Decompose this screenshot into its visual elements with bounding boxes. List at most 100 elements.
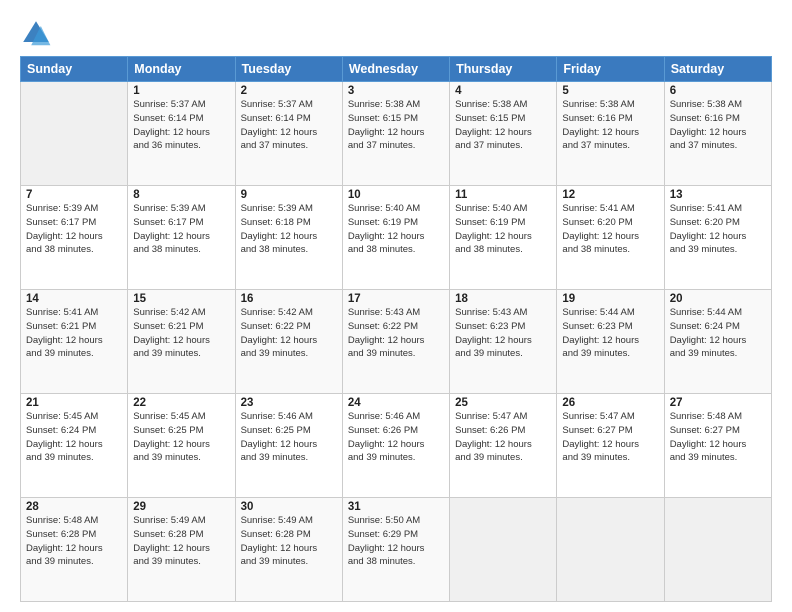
calendar-body: 1Sunrise: 5:37 AM Sunset: 6:14 PM Daylig… xyxy=(21,82,772,602)
day-cell: 2Sunrise: 5:37 AM Sunset: 6:14 PM Daylig… xyxy=(235,82,342,186)
week-row-3: 14Sunrise: 5:41 AM Sunset: 6:21 PM Dayli… xyxy=(21,290,772,394)
day-info: Sunrise: 5:40 AM Sunset: 6:19 PM Dayligh… xyxy=(455,202,551,257)
day-number: 17 xyxy=(348,293,444,305)
day-number: 27 xyxy=(670,397,766,409)
day-cell xyxy=(21,82,128,186)
day-cell: 5Sunrise: 5:38 AM Sunset: 6:16 PM Daylig… xyxy=(557,82,664,186)
day-cell: 4Sunrise: 5:38 AM Sunset: 6:15 PM Daylig… xyxy=(450,82,557,186)
day-cell: 12Sunrise: 5:41 AM Sunset: 6:20 PM Dayli… xyxy=(557,186,664,290)
page: SundayMondayTuesdayWednesdayThursdayFrid… xyxy=(0,0,792,612)
day-info: Sunrise: 5:49 AM Sunset: 6:28 PM Dayligh… xyxy=(133,514,229,569)
day-cell: 23Sunrise: 5:46 AM Sunset: 6:25 PM Dayli… xyxy=(235,394,342,498)
day-cell: 17Sunrise: 5:43 AM Sunset: 6:22 PM Dayli… xyxy=(342,290,449,394)
day-info: Sunrise: 5:43 AM Sunset: 6:22 PM Dayligh… xyxy=(348,306,444,361)
logo-icon xyxy=(20,18,52,50)
day-cell: 21Sunrise: 5:45 AM Sunset: 6:24 PM Dayli… xyxy=(21,394,128,498)
day-number: 29 xyxy=(133,501,229,513)
day-info: Sunrise: 5:45 AM Sunset: 6:25 PM Dayligh… xyxy=(133,410,229,465)
day-cell: 31Sunrise: 5:50 AM Sunset: 6:29 PM Dayli… xyxy=(342,498,449,602)
day-cell xyxy=(557,498,664,602)
day-info: Sunrise: 5:38 AM Sunset: 6:15 PM Dayligh… xyxy=(455,98,551,153)
day-cell: 3Sunrise: 5:38 AM Sunset: 6:15 PM Daylig… xyxy=(342,82,449,186)
weekday-header-row: SundayMondayTuesdayWednesdayThursdayFrid… xyxy=(21,57,772,82)
day-info: Sunrise: 5:43 AM Sunset: 6:23 PM Dayligh… xyxy=(455,306,551,361)
day-number: 19 xyxy=(562,293,658,305)
day-cell: 7Sunrise: 5:39 AM Sunset: 6:17 PM Daylig… xyxy=(21,186,128,290)
day-number: 30 xyxy=(241,501,337,513)
day-cell: 24Sunrise: 5:46 AM Sunset: 6:26 PM Dayli… xyxy=(342,394,449,498)
day-number: 6 xyxy=(670,85,766,97)
day-cell: 18Sunrise: 5:43 AM Sunset: 6:23 PM Dayli… xyxy=(450,290,557,394)
day-cell: 16Sunrise: 5:42 AM Sunset: 6:22 PM Dayli… xyxy=(235,290,342,394)
day-cell: 1Sunrise: 5:37 AM Sunset: 6:14 PM Daylig… xyxy=(128,82,235,186)
day-cell: 22Sunrise: 5:45 AM Sunset: 6:25 PM Dayli… xyxy=(128,394,235,498)
day-info: Sunrise: 5:44 AM Sunset: 6:23 PM Dayligh… xyxy=(562,306,658,361)
weekday-header-monday: Monday xyxy=(128,57,235,82)
day-info: Sunrise: 5:38 AM Sunset: 6:15 PM Dayligh… xyxy=(348,98,444,153)
day-info: Sunrise: 5:42 AM Sunset: 6:21 PM Dayligh… xyxy=(133,306,229,361)
day-info: Sunrise: 5:39 AM Sunset: 6:17 PM Dayligh… xyxy=(26,202,122,257)
weekday-header-friday: Friday xyxy=(557,57,664,82)
day-info: Sunrise: 5:45 AM Sunset: 6:24 PM Dayligh… xyxy=(26,410,122,465)
day-info: Sunrise: 5:42 AM Sunset: 6:22 PM Dayligh… xyxy=(241,306,337,361)
weekday-header-saturday: Saturday xyxy=(664,57,771,82)
day-info: Sunrise: 5:38 AM Sunset: 6:16 PM Dayligh… xyxy=(562,98,658,153)
day-number: 15 xyxy=(133,293,229,305)
day-cell: 29Sunrise: 5:49 AM Sunset: 6:28 PM Dayli… xyxy=(128,498,235,602)
header xyxy=(20,18,772,50)
day-info: Sunrise: 5:39 AM Sunset: 6:18 PM Dayligh… xyxy=(241,202,337,257)
day-number: 28 xyxy=(26,501,122,513)
day-info: Sunrise: 5:47 AM Sunset: 6:27 PM Dayligh… xyxy=(562,410,658,465)
day-number: 7 xyxy=(26,189,122,201)
day-number: 8 xyxy=(133,189,229,201)
day-info: Sunrise: 5:39 AM Sunset: 6:17 PM Dayligh… xyxy=(133,202,229,257)
day-number: 24 xyxy=(348,397,444,409)
day-number: 25 xyxy=(455,397,551,409)
day-info: Sunrise: 5:50 AM Sunset: 6:29 PM Dayligh… xyxy=(348,514,444,569)
day-cell: 27Sunrise: 5:48 AM Sunset: 6:27 PM Dayli… xyxy=(664,394,771,498)
weekday-header-wednesday: Wednesday xyxy=(342,57,449,82)
day-cell: 15Sunrise: 5:42 AM Sunset: 6:21 PM Dayli… xyxy=(128,290,235,394)
calendar-header: SundayMondayTuesdayWednesdayThursdayFrid… xyxy=(21,57,772,82)
day-info: Sunrise: 5:41 AM Sunset: 6:20 PM Dayligh… xyxy=(562,202,658,257)
logo xyxy=(20,18,56,50)
week-row-1: 1Sunrise: 5:37 AM Sunset: 6:14 PM Daylig… xyxy=(21,82,772,186)
day-cell: 19Sunrise: 5:44 AM Sunset: 6:23 PM Dayli… xyxy=(557,290,664,394)
day-number: 13 xyxy=(670,189,766,201)
day-cell: 13Sunrise: 5:41 AM Sunset: 6:20 PM Dayli… xyxy=(664,186,771,290)
day-number: 1 xyxy=(133,85,229,97)
day-info: Sunrise: 5:37 AM Sunset: 6:14 PM Dayligh… xyxy=(133,98,229,153)
day-number: 2 xyxy=(241,85,337,97)
day-number: 14 xyxy=(26,293,122,305)
day-cell: 9Sunrise: 5:39 AM Sunset: 6:18 PM Daylig… xyxy=(235,186,342,290)
day-number: 16 xyxy=(241,293,337,305)
weekday-header-tuesday: Tuesday xyxy=(235,57,342,82)
day-info: Sunrise: 5:49 AM Sunset: 6:28 PM Dayligh… xyxy=(241,514,337,569)
day-cell: 25Sunrise: 5:47 AM Sunset: 6:26 PM Dayli… xyxy=(450,394,557,498)
week-row-4: 21Sunrise: 5:45 AM Sunset: 6:24 PM Dayli… xyxy=(21,394,772,498)
day-cell: 26Sunrise: 5:47 AM Sunset: 6:27 PM Dayli… xyxy=(557,394,664,498)
day-number: 18 xyxy=(455,293,551,305)
day-number: 31 xyxy=(348,501,444,513)
weekday-header-sunday: Sunday xyxy=(21,57,128,82)
day-info: Sunrise: 5:37 AM Sunset: 6:14 PM Dayligh… xyxy=(241,98,337,153)
day-info: Sunrise: 5:38 AM Sunset: 6:16 PM Dayligh… xyxy=(670,98,766,153)
day-number: 5 xyxy=(562,85,658,97)
day-number: 3 xyxy=(348,85,444,97)
day-info: Sunrise: 5:47 AM Sunset: 6:26 PM Dayligh… xyxy=(455,410,551,465)
day-info: Sunrise: 5:41 AM Sunset: 6:21 PM Dayligh… xyxy=(26,306,122,361)
day-cell: 11Sunrise: 5:40 AM Sunset: 6:19 PM Dayli… xyxy=(450,186,557,290)
day-info: Sunrise: 5:46 AM Sunset: 6:25 PM Dayligh… xyxy=(241,410,337,465)
calendar: SundayMondayTuesdayWednesdayThursdayFrid… xyxy=(20,56,772,602)
day-cell: 6Sunrise: 5:38 AM Sunset: 6:16 PM Daylig… xyxy=(664,82,771,186)
day-number: 23 xyxy=(241,397,337,409)
weekday-header-thursday: Thursday xyxy=(450,57,557,82)
day-cell: 10Sunrise: 5:40 AM Sunset: 6:19 PM Dayli… xyxy=(342,186,449,290)
week-row-5: 28Sunrise: 5:48 AM Sunset: 6:28 PM Dayli… xyxy=(21,498,772,602)
day-number: 11 xyxy=(455,189,551,201)
day-cell: 28Sunrise: 5:48 AM Sunset: 6:28 PM Dayli… xyxy=(21,498,128,602)
day-number: 9 xyxy=(241,189,337,201)
day-number: 20 xyxy=(670,293,766,305)
day-info: Sunrise: 5:48 AM Sunset: 6:27 PM Dayligh… xyxy=(670,410,766,465)
day-cell: 20Sunrise: 5:44 AM Sunset: 6:24 PM Dayli… xyxy=(664,290,771,394)
